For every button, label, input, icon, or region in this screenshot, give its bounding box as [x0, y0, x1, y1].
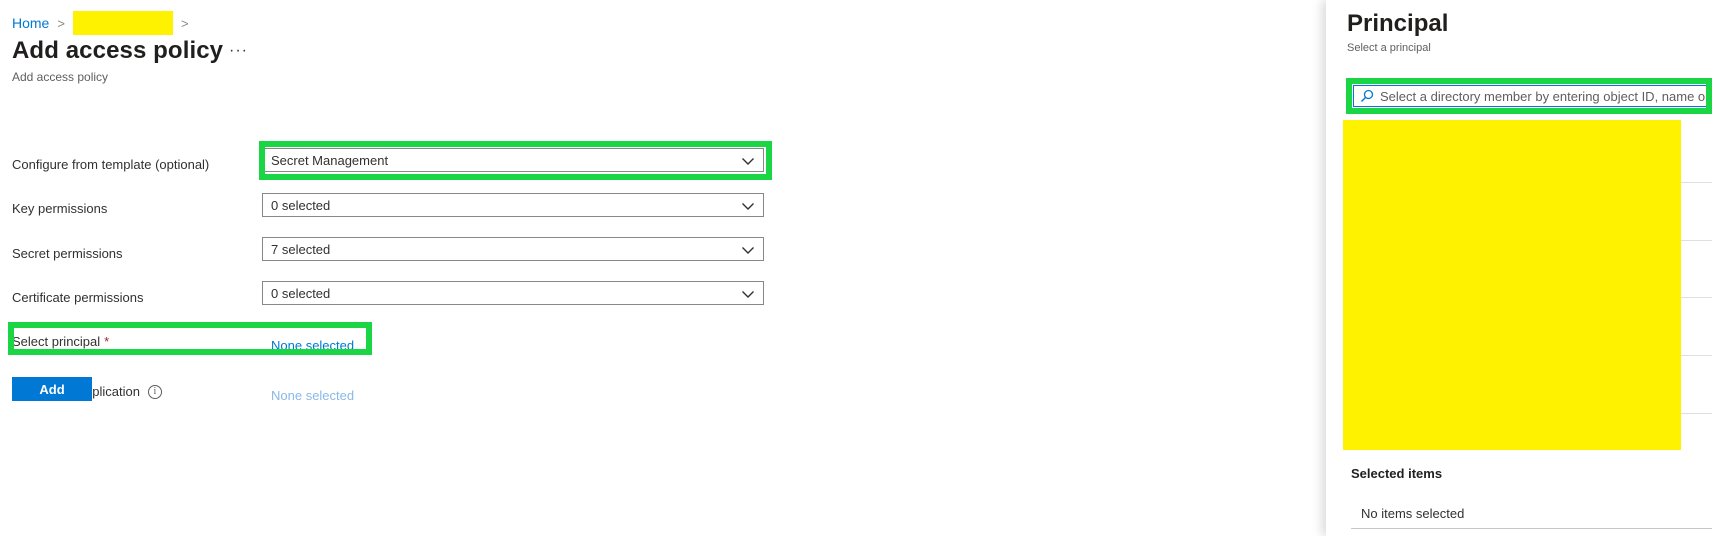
template-dropdown[interactable]: Secret Management — [262, 148, 764, 172]
selected-items-divider — [1351, 528, 1712, 529]
select-principal-link[interactable]: None selected — [271, 338, 354, 353]
select-principal-label: Select principal * — [12, 334, 109, 349]
chevron-down-icon — [742, 291, 754, 298]
selected-items-empty: No items selected — [1361, 506, 1465, 521]
chevron-down-icon — [742, 247, 754, 254]
add-button[interactable]: Add — [12, 377, 92, 401]
certificate-permissions-label: Certificate permissions — [12, 290, 144, 305]
template-label-text: Configure from template (optional) — [12, 157, 210, 172]
key-permissions-dropdown[interactable]: 0 selected — [262, 193, 764, 217]
template-dropdown-value: Secret Management — [271, 152, 389, 168]
blade-subtitle: Select a principal — [1347, 42, 1431, 54]
breadcrumb-home-link[interactable]: Home — [12, 15, 49, 31]
page-subtitle: Add access policy — [12, 70, 109, 84]
template-label: Configure from template (optional) — [12, 157, 209, 172]
blade-title: Principal — [1347, 10, 1449, 37]
select-principal-label-text: Select principal — [12, 334, 101, 349]
required-marker: * — [104, 334, 110, 349]
result-row-divider — [1681, 297, 1712, 298]
breadcrumb-chevron-icon: > — [57, 15, 65, 31]
result-row-divider — [1681, 355, 1712, 356]
principal-search-box[interactable] — [1353, 85, 1712, 107]
secret-permissions-dropdown[interactable]: 7 selected — [262, 237, 764, 261]
result-row-divider — [1681, 413, 1712, 414]
authorized-application-link: None selected — [271, 388, 355, 403]
secret-permissions-label-text: Secret permissions — [12, 246, 123, 261]
result-row-divider — [1681, 182, 1712, 183]
breadcrumb-redacted-item[interactable] — [72, 11, 173, 35]
principal-search-input[interactable] — [1380, 88, 1710, 104]
info-icon[interactable]: i — [147, 384, 162, 399]
certificate-permissions-label-text: Certificate permissions — [12, 290, 144, 305]
more-icon[interactable]: ··· — [229, 42, 248, 60]
result-row-divider — [1681, 240, 1712, 241]
page-title: Add access policy — [12, 37, 224, 64]
certificate-permissions-value: 0 selected — [271, 285, 331, 301]
principal-results-redacted[interactable] — [1343, 120, 1681, 450]
key-permissions-label: Key permissions — [12, 201, 107, 216]
selected-items-title: Selected items — [1351, 466, 1443, 481]
chevron-down-icon — [742, 158, 754, 165]
secret-permissions-value: 7 selected — [271, 241, 331, 257]
breadcrumb: Home > > — [12, 11, 197, 35]
key-permissions-value: 0 selected — [271, 197, 331, 213]
certificate-permissions-dropdown[interactable]: 0 selected — [262, 281, 764, 305]
chevron-down-icon — [742, 203, 754, 210]
breadcrumb-chevron-icon: > — [180, 15, 189, 31]
search-icon — [1361, 89, 1374, 102]
secret-permissions-label: Secret permissions — [12, 246, 123, 261]
key-permissions-label-text: Key permissions — [12, 201, 108, 216]
principal-blade: Principal Select a principal Selected it… — [1326, 0, 1712, 536]
